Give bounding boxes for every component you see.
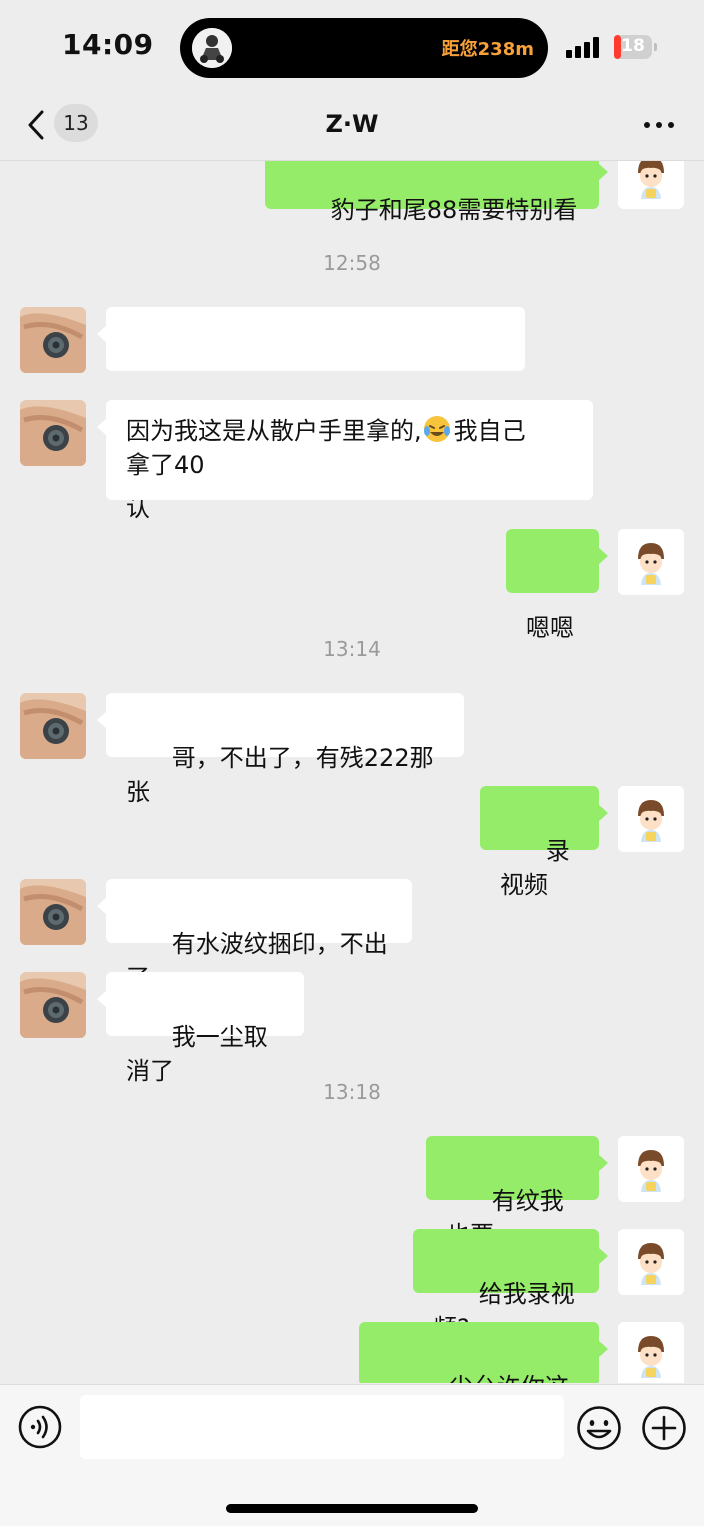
- my-avatar[interactable]: [618, 529, 684, 595]
- hand-with-ring-avatar-icon: [20, 307, 86, 373]
- ok-hand-emoji-icon: [172, 355, 202, 450]
- message-bubble-outgoing[interactable]: 一尘允许你这样?: [359, 1322, 608, 1383]
- message-row: 有纹我也要: [0, 1136, 704, 1249]
- my-avatar[interactable]: [618, 786, 684, 852]
- message-bubble-incoming[interactable]: 有水波纹捆印，不出了: [97, 879, 412, 992]
- message-row: 豹子和尾88需要特别看: [0, 161, 704, 224]
- message-bubble-incoming[interactable]: 我一尘取消了: [97, 972, 304, 1085]
- contact-avatar[interactable]: [20, 693, 86, 759]
- message-text: 一尘允许你这样?: [379, 1373, 569, 1383]
- smiley-icon[interactable]: [576, 1405, 622, 1451]
- cartoon-boy-avatar-icon: [618, 1229, 684, 1295]
- hand-with-ring-avatar-icon: [20, 693, 86, 759]
- message-row: 哥，不出了，有残222那张: [0, 693, 704, 806]
- my-avatar[interactable]: [618, 1136, 684, 1202]
- message-bubble-incoming[interactable]: 哥，不出了，有残222那张: [97, 693, 464, 806]
- cartoon-boy-avatar-icon: [618, 161, 684, 209]
- message-timestamp: 13:18: [323, 1080, 381, 1104]
- hand-with-ring-avatar-icon: [20, 972, 86, 1038]
- status-time: 14:09: [62, 28, 154, 61]
- battery-cap: [654, 43, 657, 51]
- contact-avatar[interactable]: [20, 400, 86, 466]
- message-bubble-incoming[interactable]: 我回家瞅瞅，你不用着急确认: [97, 307, 525, 522]
- hand-with-ring-avatar-icon: [20, 879, 86, 945]
- my-avatar[interactable]: [618, 1229, 684, 1295]
- message-bubble-outgoing[interactable]: 嗯嗯: [506, 529, 608, 642]
- island-distance: 距您238m: [441, 39, 534, 60]
- message-row: 我回家瞅瞅，你不用着急确认: [0, 307, 704, 522]
- ellipsis-icon[interactable]: [644, 122, 674, 128]
- plus-icon[interactable]: [641, 1405, 687, 1451]
- message-timestamp: 12:58: [323, 251, 381, 275]
- my-avatar[interactable]: [618, 1322, 684, 1383]
- contact-avatar[interactable]: [20, 307, 86, 373]
- message-row: 因为我这是从散户手里拿的, 我自己 拿了40: [0, 400, 704, 504]
- message-bubble-incoming[interactable]: 因为我这是从散户手里拿的, 我自己 拿了40: [97, 400, 593, 500]
- message-row: 录视频: [0, 786, 704, 899]
- chat-nav-bar: 13 Z·W: [0, 96, 704, 161]
- cartoon-boy-avatar-icon: [618, 1136, 684, 1202]
- contact-avatar[interactable]: [20, 879, 86, 945]
- message-bubble-outgoing[interactable]: 录视频: [480, 786, 608, 899]
- message-row: 给我录视频?: [0, 1229, 704, 1342]
- message-timestamp: 13:14: [323, 637, 381, 661]
- contact-avatar[interactable]: [20, 972, 86, 1038]
- dynamic-island[interactable]: 距您238m: [180, 18, 548, 78]
- message-row: 我一尘取消了: [0, 972, 704, 1085]
- cartoon-boy-avatar-icon: [618, 1322, 684, 1383]
- my-avatar[interactable]: [618, 161, 684, 209]
- message-text: 豹子和尾88需要特别看: [330, 196, 578, 224]
- message-row: 有水波纹捆印，不出了: [0, 879, 704, 992]
- status-bar: 14:09 距您238m 18: [0, 0, 704, 96]
- message-bubble-outgoing[interactable]: 给我录视频?: [413, 1229, 608, 1342]
- message-bubble-outgoing[interactable]: 有纹我也要: [426, 1136, 608, 1249]
- message-row: 嗯嗯: [0, 529, 704, 642]
- message-text: 因为我这是从散户手里拿的,: [126, 417, 422, 445]
- hand-with-ring-avatar-icon: [20, 400, 86, 466]
- cartoon-boy-avatar-icon: [618, 529, 684, 595]
- battery-level: 18: [621, 36, 645, 56]
- voice-icon[interactable]: [18, 1405, 62, 1449]
- island-avatar-icon: [192, 28, 232, 68]
- message-bubble-outgoing[interactable]: 豹子和尾88需要特别看: [265, 161, 608, 224]
- message-row: 一尘允许你这样?: [0, 1322, 704, 1383]
- signal-icon: [566, 36, 602, 58]
- message-text-input[interactable]: [80, 1395, 564, 1459]
- message-input-bar: [0, 1384, 704, 1526]
- home-indicator[interactable]: [226, 1504, 478, 1513]
- chat-message-list[interactable]: 豹子和尾88需要特别看 12:58 认 因为我这是从散户手里拿的, 我自己 拿了…: [0, 161, 704, 1383]
- crying-laughing-emoji-icon: [422, 414, 452, 444]
- cartoon-boy-avatar-icon: [618, 786, 684, 852]
- battery-icon: 18: [614, 35, 652, 59]
- chat-title: Z·W: [325, 110, 379, 138]
- message-text: 我一尘取消了: [126, 1023, 268, 1085]
